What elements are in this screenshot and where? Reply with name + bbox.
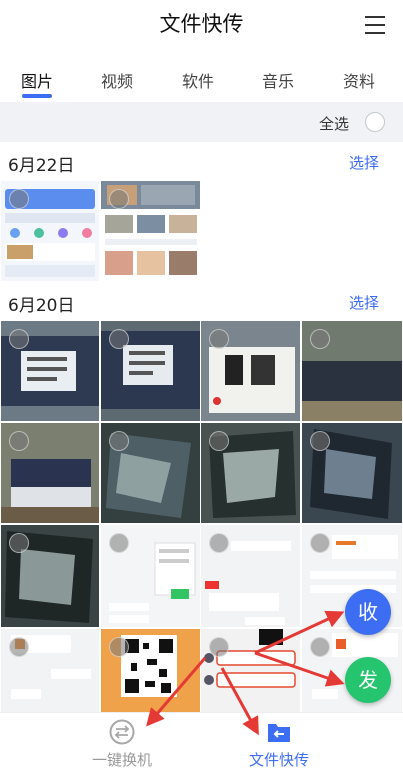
photo-thumbnail[interactable]	[101, 423, 200, 523]
select-circle[interactable]	[9, 189, 29, 209]
photo-thumbnail[interactable]	[201, 525, 300, 627]
tab-documents[interactable]: 资料	[343, 68, 375, 92]
select-circle[interactable]	[209, 329, 229, 349]
photo-thumbnail[interactable]	[101, 321, 200, 421]
send-button[interactable]: 发	[345, 657, 391, 703]
select-circle[interactable]	[109, 189, 129, 209]
photo-thumbnail[interactable]	[302, 423, 402, 523]
photo-thumbnail[interactable]	[1, 423, 99, 523]
tab-apps[interactable]: 软件	[182, 68, 214, 92]
receive-button[interactable]: 收	[345, 589, 391, 635]
nav-file-transfer[interactable]: 文件快传	[219, 719, 339, 770]
active-tab-indicator	[22, 94, 52, 98]
folder-arrow-icon	[266, 719, 292, 745]
select-circle[interactable]	[310, 637, 330, 657]
select-circle[interactable]	[109, 637, 129, 657]
page-title: 文件快传	[159, 12, 244, 36]
photo-thumbnail[interactable]	[101, 525, 200, 627]
select-circle[interactable]	[209, 533, 229, 553]
select-all-bar: 全选	[0, 102, 403, 142]
select-circle[interactable]	[109, 533, 129, 553]
swap-arrows-icon	[109, 719, 135, 745]
tab-music[interactable]: 音乐	[262, 68, 294, 92]
select-circle[interactable]	[9, 637, 29, 657]
photo-thumbnail[interactable]	[101, 629, 200, 712]
select-circle[interactable]	[9, 329, 29, 349]
app-header: 文件快传	[0, 0, 403, 50]
photo-thumbnail[interactable]	[201, 321, 300, 421]
category-tabs: 图片 视频 软件 音乐 资料	[0, 58, 403, 102]
select-all-checkbox[interactable]	[365, 112, 385, 132]
menu-icon[interactable]	[365, 16, 385, 34]
select-button[interactable]: 选择	[349, 292, 379, 313]
select-circle[interactable]	[310, 329, 330, 349]
photo-thumbnail[interactable]	[201, 423, 300, 523]
photo-thumbnail[interactable]	[302, 321, 402, 421]
photo-thumbnail[interactable]	[1, 181, 99, 281]
section-date: 6月22日	[8, 156, 75, 176]
photo-thumbnail[interactable]	[1, 525, 99, 627]
select-circle[interactable]	[9, 533, 29, 553]
photo-thumbnail[interactable]	[101, 181, 200, 281]
select-circle[interactable]	[310, 533, 330, 553]
select-circle[interactable]	[9, 431, 29, 451]
nav-switch-phone[interactable]: 一键换机	[62, 719, 182, 770]
select-circle[interactable]	[109, 329, 129, 349]
photo-thumbnail[interactable]	[1, 321, 99, 421]
nav-label: 一键换机	[91, 751, 152, 769]
select-button[interactable]: 选择	[349, 152, 379, 173]
tab-images[interactable]: 图片	[21, 68, 53, 92]
tab-videos[interactable]: 视频	[101, 68, 133, 92]
photo-thumbnail[interactable]	[1, 629, 99, 712]
select-circle[interactable]	[109, 431, 129, 451]
select-circle[interactable]	[209, 637, 229, 657]
select-all-label: 全选	[318, 115, 349, 133]
section-date: 6月20日	[8, 296, 75, 316]
select-circle[interactable]	[209, 431, 229, 451]
select-circle[interactable]	[310, 431, 330, 451]
photo-thumbnail[interactable]	[201, 629, 300, 712]
bottom-navigation: 一键换机 文件快传	[0, 712, 403, 775]
nav-label: 文件快传	[248, 751, 309, 769]
